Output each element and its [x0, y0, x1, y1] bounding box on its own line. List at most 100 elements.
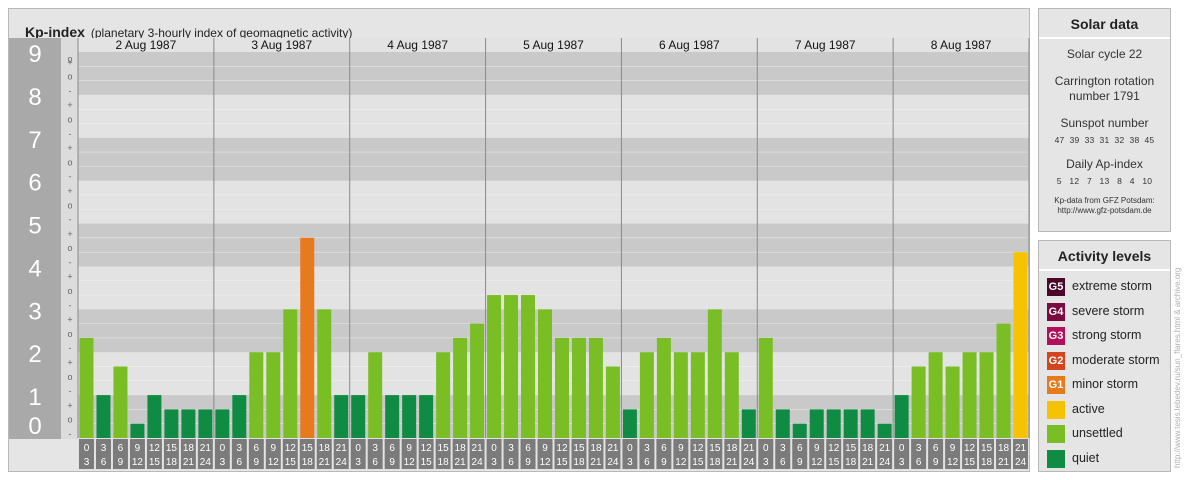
y-minor-tick-label: + — [67, 100, 72, 110]
day-label: 5 Aug 1987 — [523, 38, 584, 52]
x-tick-label-end: 9 — [118, 457, 124, 468]
carrington-line2: number 1791 — [1069, 89, 1140, 103]
kp-bar — [911, 366, 926, 438]
y-minor-tick-label: o — [67, 200, 72, 210]
level-band — [78, 180, 1029, 224]
x-tick-label-end: 15 — [421, 457, 433, 468]
y-minor-tick-label: + — [67, 143, 72, 153]
kp-bar — [300, 237, 315, 438]
x-tick-label-end: 24 — [472, 457, 484, 468]
x-tick-label-end: 3 — [220, 457, 226, 468]
x-tick-label-start: 6 — [254, 443, 260, 454]
solar-cycle: Solar cycle 22 — [1066, 47, 1143, 61]
kp-bar — [283, 309, 298, 438]
level-band — [78, 352, 1029, 396]
x-tick-label-end: 18 — [166, 457, 178, 468]
kp-bar — [877, 423, 892, 438]
y-minor-tick-label: - — [69, 257, 72, 267]
kp-bar — [419, 395, 434, 438]
kp-bar — [181, 409, 196, 438]
kp-bar — [928, 352, 943, 438]
x-tick-label-end: 6 — [101, 457, 107, 468]
y-tick-label: 6 — [28, 170, 41, 197]
kp-bar — [996, 323, 1011, 438]
kp-bar — [130, 423, 145, 438]
x-tick-label-end: 24 — [336, 457, 348, 468]
x-tick-label-start: 21 — [607, 443, 619, 454]
x-tick-label-end: 3 — [627, 457, 633, 468]
activity-levels-box: Activity levels G5 extreme storm G4 severe … — [1038, 240, 1171, 472]
x-tick-label-end: 18 — [845, 457, 857, 468]
x-tick-label-end: 12 — [811, 457, 823, 468]
y-minor-tick-label: + — [67, 358, 72, 368]
watermark: http://www.tesis.lebedev.ru/sun_flares.h… — [1173, 267, 1182, 468]
solar-data-box: Solar data Solar cycle 22 Carrington rot… — [1038, 8, 1171, 232]
x-tick-label-end: 24 — [879, 457, 891, 468]
kp-bar — [470, 323, 485, 438]
x-tick-label-end: 18 — [438, 457, 450, 468]
y-minor-tick-label: o — [67, 415, 72, 425]
sunspot-title: Sunspot number — [1060, 116, 1149, 130]
x-tick-label-end: 21 — [998, 457, 1010, 468]
kp-bar — [809, 409, 824, 438]
x-tick-label-end: 18 — [302, 457, 314, 468]
x-tick-label-start: 18 — [726, 443, 738, 454]
x-tick-label-start: 6 — [118, 443, 124, 454]
x-tick-label-start: 15 — [302, 443, 314, 454]
kp-bar — [775, 409, 790, 438]
kp-bar — [504, 295, 519, 438]
x-tick-label-start: 3 — [237, 443, 243, 454]
y-minor-tick-label: o — [67, 372, 72, 382]
legend-swatch: G5 — [1047, 278, 1065, 296]
kp-bar — [453, 337, 468, 438]
kp-bar — [555, 337, 569, 438]
x-tick-label-start: 3 — [372, 443, 378, 454]
x-tick-label-start: 9 — [814, 443, 820, 454]
x-tick-label-start: 3 — [101, 443, 107, 454]
y-minor-tick-label: + — [67, 229, 72, 239]
x-tick-label-start: 12 — [828, 443, 840, 454]
x-tick-label-end: 18 — [981, 457, 993, 468]
y-tick-label: 9 — [28, 41, 41, 68]
legend-item: active — [1039, 398, 1170, 423]
y-minor-tick-label: o — [67, 243, 72, 253]
kp-bar — [385, 395, 400, 438]
x-tick-label-end: 15 — [692, 457, 704, 468]
x-tick-label-end: 12 — [947, 457, 959, 468]
day-label: 8 Aug 1987 — [931, 38, 992, 52]
kp-bar — [639, 352, 654, 438]
x-tick-label-start: 18 — [319, 443, 331, 454]
y-minor-tick-label: o — [67, 286, 72, 296]
kp-bar — [707, 309, 722, 438]
legend-item: G3 strong storm — [1039, 324, 1170, 349]
x-tick-label-end: 18 — [709, 457, 721, 468]
kp-bar — [690, 352, 705, 438]
carrington-line1: Carrington rotation — [1054, 74, 1155, 88]
y-minor-tick-label: + — [67, 315, 72, 325]
x-tick-label-start: 6 — [525, 443, 531, 454]
kp-bar — [979, 352, 994, 438]
kp-bar — [605, 366, 620, 438]
kp-bar — [843, 409, 858, 438]
x-tick-label-start: 9 — [950, 443, 956, 454]
x-tick-label-start: 6 — [797, 443, 803, 454]
kp-bar — [232, 395, 247, 438]
level-band — [78, 137, 1029, 181]
x-tick-label-start: 12 — [964, 443, 976, 454]
kp-bar — [147, 395, 162, 438]
kp-bar — [656, 337, 671, 438]
x-tick-label-end: 12 — [404, 457, 416, 468]
x-tick-label-start: 3 — [780, 443, 786, 454]
y-minor-tick-label: + — [67, 272, 72, 282]
x-tick-label-start: 15 — [845, 443, 857, 454]
x-tick-label-end: 21 — [862, 457, 874, 468]
x-tick-label-end: 9 — [661, 457, 667, 468]
x-tick-label-start: 18 — [862, 443, 874, 454]
x-tick-label-start: 21 — [1015, 443, 1027, 454]
x-tick-label-end: 12 — [675, 457, 687, 468]
solar-data-title: Solar data — [1039, 9, 1170, 39]
x-tick-label-start: 18 — [183, 443, 195, 454]
kp-bar — [198, 409, 213, 438]
level-band — [78, 94, 1029, 138]
day-label: 4 Aug 1987 — [387, 38, 448, 52]
